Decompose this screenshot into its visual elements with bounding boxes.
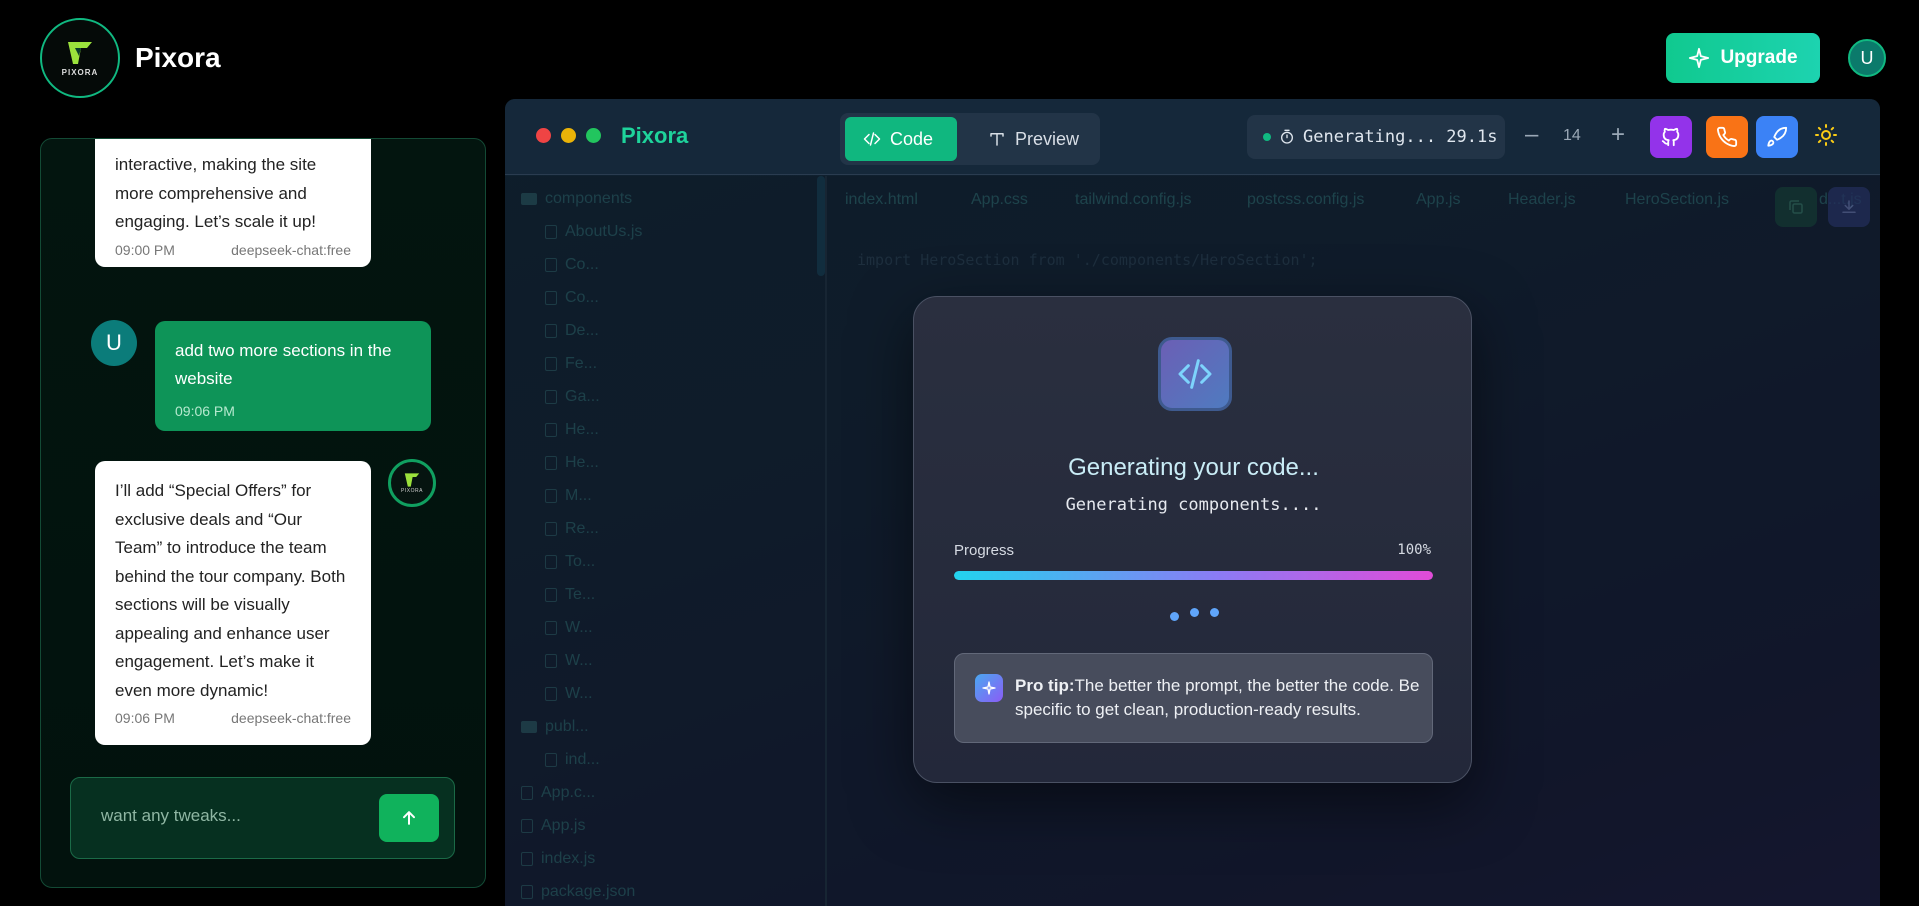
generating-modal: Generating your code... Generating compo… [913,296,1472,783]
upgrade-label: Upgrade [1720,47,1798,68]
call-button[interactable] [1706,116,1748,158]
timer-icon [1281,129,1293,144]
assistant-message: I’ll add “Special Offers” for exclusive … [95,461,371,745]
message-text: I’ll add “Special Offers” for exclusive … [115,481,346,700]
pixora-logo-icon [68,41,92,64]
user-avatar[interactable]: U [1848,39,1886,77]
user-message: add two more sections in the website 09:… [155,321,431,431]
status-text: Generating... 29.1s [1303,127,1498,147]
zoom-out-button[interactable]: – [1525,123,1538,147]
code-icon [1178,359,1212,389]
message-time: 09:06 PM [175,403,235,419]
user-message-avatar: U [91,320,137,366]
progress-percent: 100% [1397,542,1431,558]
logo-text: PIXORA [61,67,99,77]
rocket-icon [1767,126,1788,147]
loading-dot [1190,608,1199,617]
assistant-avatar: PIXORA [388,459,436,507]
code-icon [863,132,881,146]
progress-bar [954,571,1433,580]
status-dot [1263,133,1271,141]
logo-badge[interactable]: PIXORA [40,18,120,98]
message-model: deepseek-chat:free [231,241,351,258]
progress-label: Progress [954,542,1015,559]
chat-input-box [70,777,455,859]
tab-code[interactable]: Code [845,117,957,161]
message-model: deepseek-chat:free [231,710,351,726]
assistant-message: interactive, making the site more compre… [95,139,371,267]
loading-dot [1210,608,1219,617]
window-maximize-dot[interactable] [586,128,601,143]
logo-text: PIXORA [401,488,423,494]
message-time: 09:00 PM [115,241,175,258]
brand-name: Pixora [135,42,221,73]
sun-icon [1815,124,1837,146]
send-button[interactable] [379,794,439,842]
generation-status: Generating... 29.1s [1247,115,1505,159]
text-icon [990,133,1004,146]
sparkle-icon [1689,47,1710,69]
pro-tip-text: Pro tip:The better the prompt, the bette… [1015,674,1420,722]
github-icon [1661,127,1680,147]
tab-preview-label: Preview [1015,128,1080,149]
message-text: interactive, making the site more compre… [115,155,317,231]
upgrade-button[interactable]: Upgrade [1666,33,1820,83]
zoom-level: 14 [1563,127,1581,144]
arrow-up-icon [403,811,415,825]
window-minimize-dot[interactable] [561,128,576,143]
modal-code-badge [1158,337,1232,411]
zoom-in-button[interactable]: + [1611,123,1625,147]
chat-panel: interactive, making the site more compre… [40,138,486,888]
github-button[interactable] [1650,116,1692,158]
pro-tip-label: Pro tip: [1015,676,1075,695]
window-close-dot[interactable] [536,128,551,143]
chat-input[interactable] [71,778,371,858]
pixora-logo-icon [404,473,420,487]
progress-fill [954,571,1433,580]
loading-dot [1170,612,1179,621]
editor-toolbar: Pixora Code Preview Generating... 29.1s … [505,99,1880,175]
editor-title: Pixora [621,123,689,148]
message-text: add two more sections in the website [175,341,392,388]
code-editor-panel: Pixora Code Preview Generating... 29.1s … [505,99,1880,906]
deploy-button[interactable] [1756,116,1798,158]
message-time: 09:06 PM [115,710,175,726]
pro-tip-box: Pro tip:The better the prompt, the bette… [954,653,1433,743]
modal-title: Generating your code... [1068,454,1319,481]
theme-toggle[interactable] [1814,123,1838,152]
sparkle-icon [975,674,1003,702]
tab-preview[interactable]: Preview [970,117,1095,161]
pro-tip-body: The better the prompt, the better the co… [1015,676,1420,719]
modal-subtitle: Generating components.... [1065,495,1322,515]
view-mode-toggle: Code Preview [840,113,1100,165]
phone-icon [1717,126,1738,147]
tab-code-label: Code [890,128,934,149]
